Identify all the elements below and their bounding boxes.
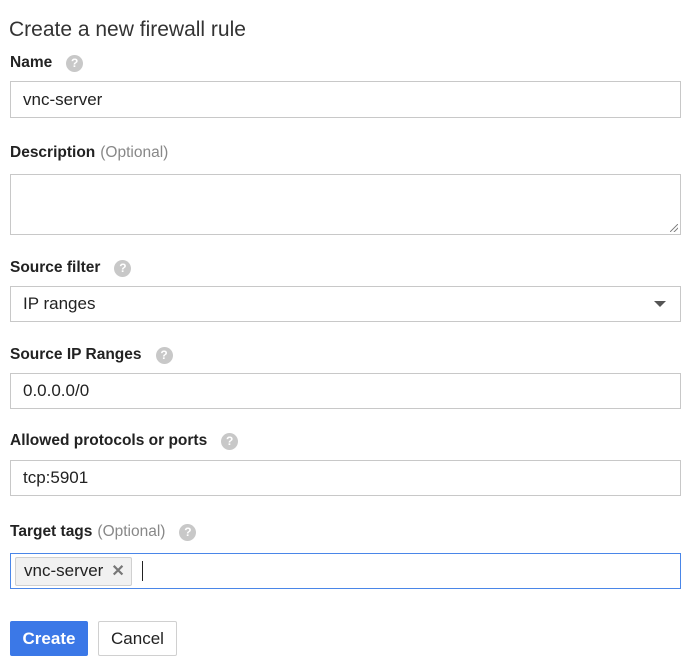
tag-label: vnc-server	[24, 561, 104, 580]
resize-handle-icon[interactable]	[670, 224, 678, 232]
close-icon[interactable]: ✕	[111, 561, 124, 581]
optional-hint: (Optional)	[100, 144, 169, 161]
description-textarea[interactable]	[10, 174, 681, 235]
protocols-input[interactable]: tcp:5901	[10, 460, 681, 496]
chevron-down-icon	[654, 301, 666, 307]
source-ip-value: 0.0.0.0/0	[23, 381, 90, 400]
help-icon[interactable]: ?	[221, 432, 239, 450]
source-ip-label: Source IP Ranges?	[10, 345, 173, 365]
source-ip-label-text: Source IP Ranges	[10, 346, 142, 363]
optional-hint: (Optional)	[97, 523, 166, 540]
text-cursor	[141, 561, 143, 581]
help-icon[interactable]: ?	[114, 259, 132, 277]
source-filter-label-text: Source filter	[10, 259, 101, 276]
source-filter-label: Source filter?	[10, 258, 132, 278]
description-label-text: Description	[10, 144, 96, 161]
target-tags-label-text: Target tags	[10, 523, 93, 540]
name-label: Name?	[10, 53, 84, 73]
source-filter-value: IP ranges	[23, 294, 96, 313]
description-label: Description (Optional)	[10, 143, 168, 163]
name-label-text: Name	[10, 54, 53, 71]
create-button[interactable]: Create	[10, 621, 88, 656]
source-ip-input[interactable]: 0.0.0.0/0	[10, 373, 681, 409]
protocols-value: tcp:5901	[23, 468, 89, 487]
protocols-label-text: Allowed protocols or ports	[10, 432, 208, 449]
page-title: Create a new firewall rule	[9, 18, 246, 41]
source-filter-select[interactable]: IP ranges	[10, 286, 681, 322]
protocols-label: Allowed protocols or ports?	[10, 431, 239, 451]
target-tags-input[interactable]: vnc-server ✕	[10, 553, 681, 589]
name-value: vnc-server	[23, 89, 103, 109]
cancel-button[interactable]: Cancel	[98, 621, 177, 656]
help-icon[interactable]: ?	[179, 523, 197, 541]
help-icon[interactable]: ?	[155, 346, 173, 364]
target-tags-label: Target tags (Optional)?	[10, 522, 197, 542]
help-icon[interactable]: ?	[66, 54, 84, 72]
tag-chip: vnc-server ✕	[15, 556, 132, 586]
name-input[interactable]: vnc-server	[10, 81, 681, 118]
